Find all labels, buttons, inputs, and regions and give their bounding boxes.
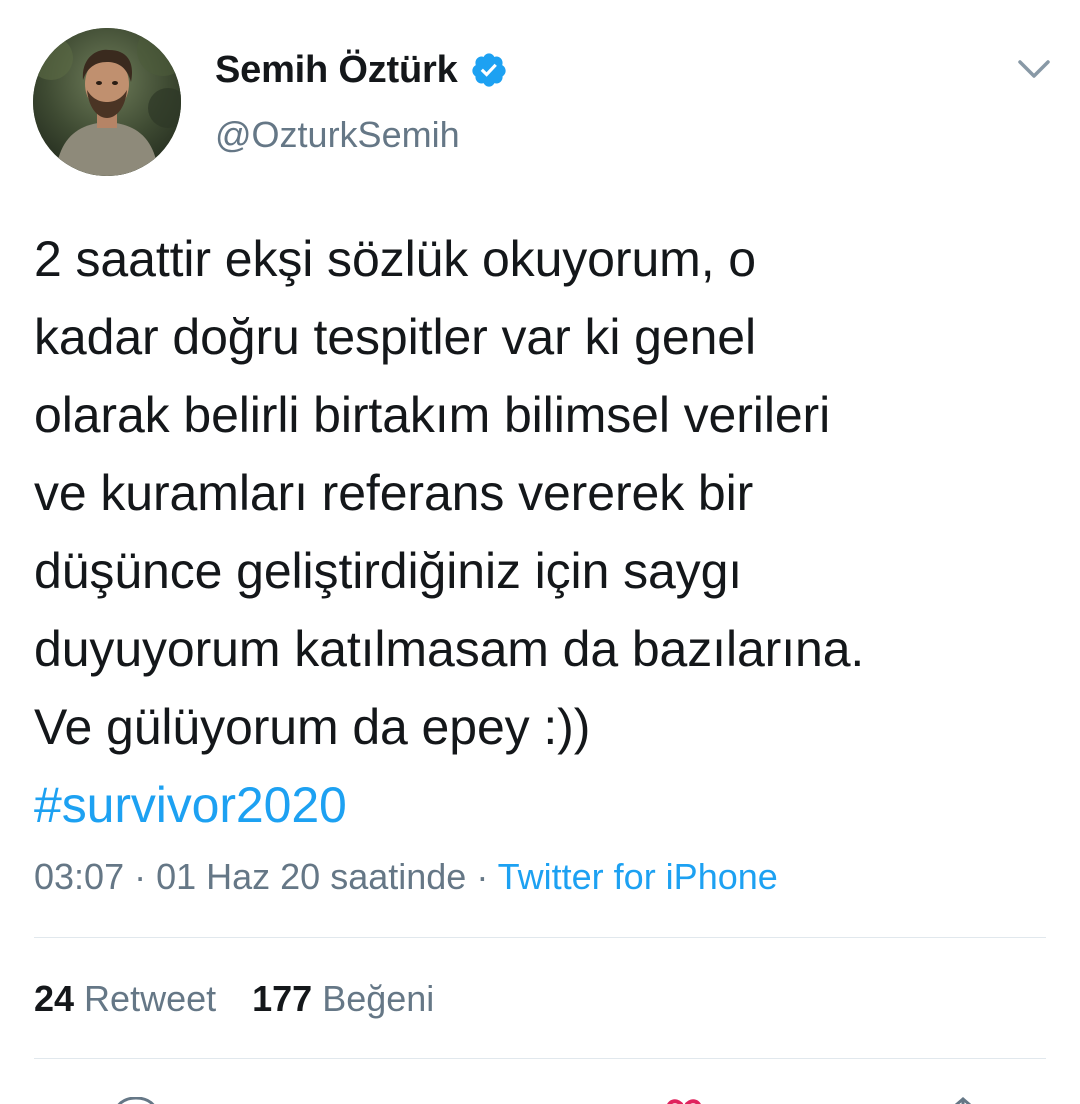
tweet-text-line: duyuyorum katılmasam da bazılarına. [34, 621, 865, 677]
verified-badge-icon [470, 51, 508, 89]
tweet-text: 2 saattir ekşi sözlük okuyorum, o kadar … [34, 220, 1064, 844]
chevron-down-icon[interactable] [1014, 52, 1054, 84]
divider [34, 937, 1046, 938]
user-name-row[interactable]: Semih Öztürk [215, 44, 508, 96]
tweet-timestamp[interactable]: 03:07 · 01 Haz 20 saatinde [34, 856, 466, 897]
share-icon[interactable] [948, 1096, 978, 1104]
hashtag-link[interactable]: #survivor2020 [34, 766, 1064, 844]
like-label: Beğeni [322, 978, 435, 1019]
retweet-count: 24 [34, 978, 75, 1019]
tweet-meta: 03:07 · 01 Haz 20 saatinde · Twitter for… [34, 856, 778, 898]
tweet-text-line: kadar doğru tespitler var ki genel [34, 309, 756, 365]
tweet-stats: 24 Retweet 177 Beğeni [34, 978, 434, 1020]
tweet-source-link[interactable]: Twitter for iPhone [498, 856, 778, 897]
meta-separator: · [466, 856, 498, 897]
retweet-label: Retweet [84, 978, 217, 1019]
tweet-detail: Semih Öztürk @OzturkSemih 2 saattir ekşi… [0, 0, 1080, 1104]
like-count: 177 [252, 978, 313, 1019]
tweet-text-line: ve kuramları referans vererek bir [34, 465, 754, 521]
tweet-text-line: olarak belirli birtakım bilimsel veriler… [34, 387, 831, 443]
profile-photo-icon [33, 28, 181, 176]
avatar[interactable] [33, 28, 181, 176]
reply-icon[interactable] [112, 1096, 160, 1104]
retweet-stat[interactable]: 24 Retweet [34, 978, 216, 1020]
like-icon[interactable] [664, 1096, 704, 1104]
tweet-text-line: 2 saattir ekşi sözlük okuyorum, o [34, 231, 756, 287]
user-handle[interactable]: @OzturkSemih [215, 114, 460, 156]
display-name[interactable]: Semih Öztürk [215, 49, 458, 92]
divider [34, 1058, 1046, 1059]
like-stat[interactable]: 177 Beğeni [252, 978, 434, 1020]
tweet-text-line: Ve gülüyorum da epey :)) [34, 699, 591, 755]
tweet-text-line: düşünce geliştirdiğiniz için saygı [34, 543, 743, 599]
